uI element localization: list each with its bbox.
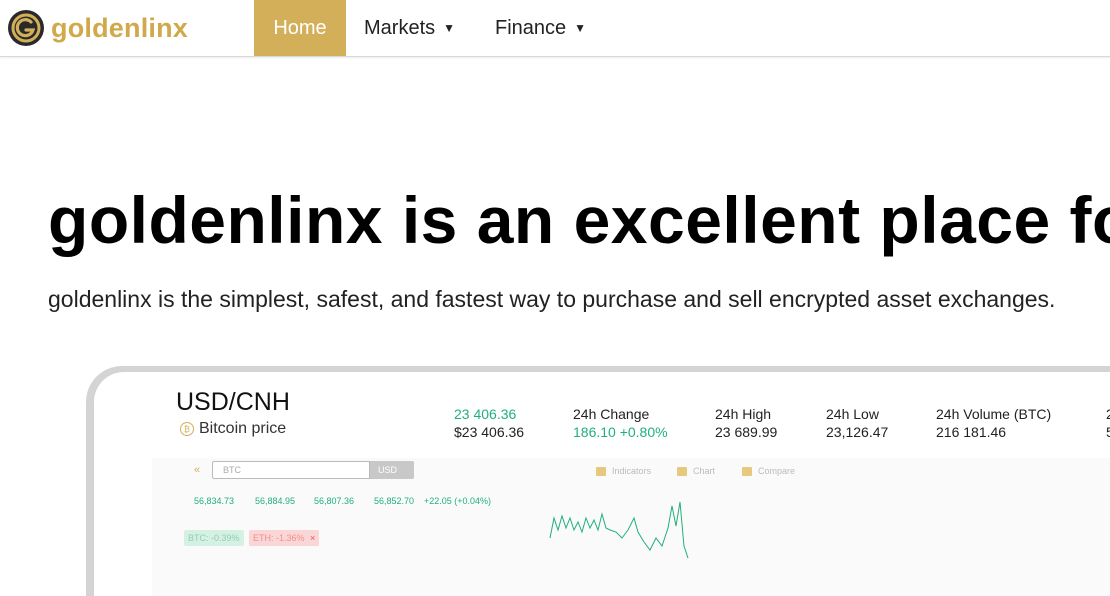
coin-icon: ₿ (180, 422, 194, 436)
symbol-search-input[interactable]: BTC (212, 461, 370, 479)
coin-label-row: ₿ Bitcoin price (180, 420, 286, 438)
price-usd-value: $23 406.36 (454, 424, 525, 440)
indicators-label: Indicators (612, 466, 652, 476)
top-navbar: goldenlinx Home Markets ▼ Finance ▼ (0, 0, 1110, 57)
nav-markets-label: Markets (364, 16, 436, 39)
indicators-icon (596, 466, 606, 476)
btc-change-chip[interactable]: BTC: -0.39% (184, 530, 244, 546)
eth-change-label: ETH: -1.36% (253, 533, 305, 543)
currency-button[interactable]: USD (370, 461, 414, 479)
nav-home-link[interactable]: Home (254, 0, 346, 56)
nav-finance-menu[interactable]: Finance ▼ (495, 0, 586, 56)
change-label: 24h Change (573, 406, 650, 422)
change-stat: 24h Change 186.10 +0.80% (573, 405, 668, 441)
cut-value: 5 (1106, 424, 1110, 440)
hero-title: goldenlinx is an excellent place for (48, 183, 1110, 257)
tick-low: 56,807.36 (314, 496, 355, 506)
volume-label: 24h Volume (BTC) (936, 406, 1052, 422)
chart-icon (677, 466, 687, 476)
low-value: 23,126.47 (826, 424, 889, 440)
nav-finance-label: Finance (495, 16, 567, 39)
high-label: 24h High (715, 406, 772, 422)
nav-markets-menu[interactable]: Markets ▼ (364, 0, 455, 56)
compare-tool[interactable]: Compare (742, 466, 795, 476)
low-stat: 24h Low 23,126.47 (826, 405, 888, 441)
chart-tool[interactable]: Chart (677, 466, 715, 476)
device-screen: USD/CNH ₿ Bitcoin price 23 406.36 $23 40… (94, 372, 1110, 596)
device-mockup: USD/CNH ₿ Bitcoin price 23 406.36 $23 40… (86, 366, 1110, 596)
caret-down-icon: ▼ (443, 21, 456, 35)
tick-change: +22.05 (+0.04%) (424, 496, 492, 506)
coin-label: Bitcoin price (199, 420, 287, 437)
price-stat: 23 406.36 $23 406.36 (454, 405, 524, 441)
low-label: 24h Low (826, 406, 879, 422)
high-stat: 24h High 23 689.99 (715, 405, 777, 441)
pair-name: USD/CNH (176, 388, 290, 416)
tick-high: 56,884.95 (255, 496, 296, 506)
chart-label: Chart (693, 466, 716, 476)
high-value: 23 689.99 (715, 424, 778, 440)
price-value: 23 406.36 (454, 406, 517, 422)
volume-value: 216 181.46 (936, 424, 1007, 440)
change-value: 186.10 +0.80% (573, 424, 668, 440)
tick-open: 56,834.73 (194, 496, 235, 506)
close-icon[interactable]: × (310, 533, 315, 543)
brand-name: goldenlinx (51, 12, 188, 43)
eth-change-chip[interactable]: ETH: -1.36% × (249, 530, 320, 546)
compare-label: Compare (758, 466, 796, 476)
price-sparkline (549, 501, 689, 558)
brand-logo[interactable]: goldenlinx (7, 9, 188, 47)
caret-down-icon: ▼ (574, 21, 587, 35)
goldenlinx-logo-icon (8, 10, 44, 46)
back-arrow-icon[interactable]: « (194, 464, 200, 476)
cut-stat: 2 5 (1106, 405, 1110, 441)
cut-label: 2 (1106, 406, 1110, 422)
indicators-tool[interactable]: Indicators (596, 466, 651, 476)
tick-close: 56,852.70 (374, 496, 415, 506)
compare-icon (742, 466, 752, 476)
volume-stat: 24h Volume (BTC) 216 181.46 (936, 405, 1051, 441)
hero-subtitle: goldenlinx is the simplest, safest, and … (48, 286, 1056, 312)
